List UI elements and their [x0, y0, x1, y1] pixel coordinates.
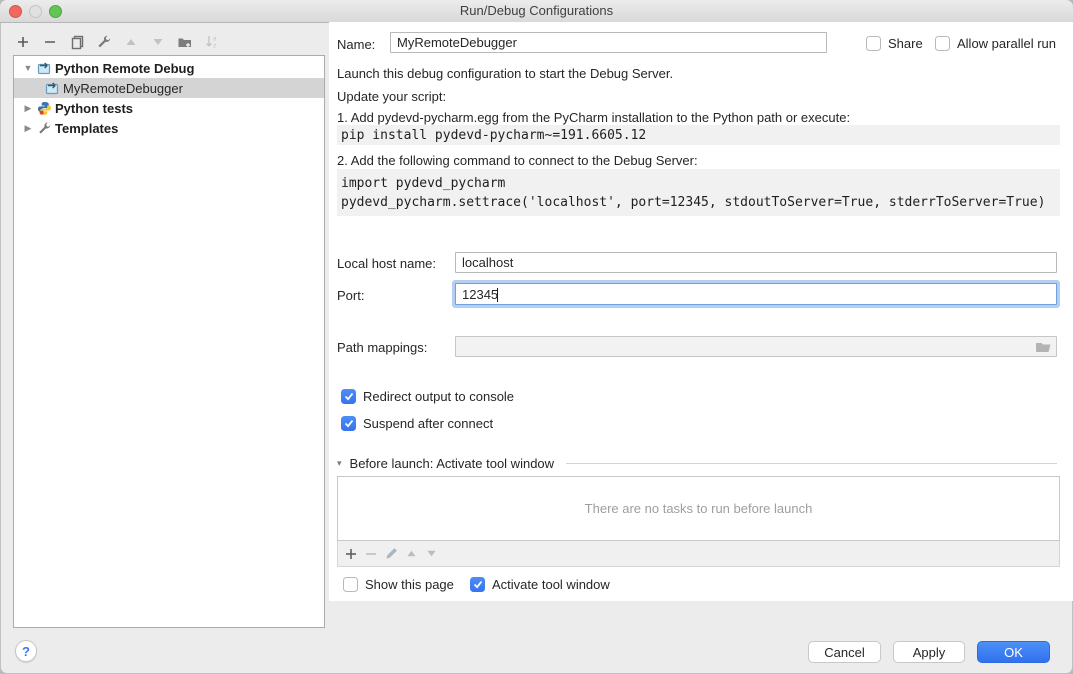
svg-text:z: z — [213, 43, 216, 50]
apply-button[interactable]: Apply — [893, 641, 965, 663]
copy-configuration-icon[interactable] — [68, 33, 86, 51]
cancel-button[interactable]: Cancel — [808, 641, 881, 663]
path-mappings-input — [455, 336, 1057, 357]
local-host-name-input[interactable] — [455, 252, 1057, 273]
show-this-page-row[interactable]: Show this page — [343, 577, 454, 592]
before-launch-tasks-list[interactable]: There are no tasks to run before launch — [337, 476, 1060, 541]
remote-debug-config-icon — [36, 60, 52, 76]
port-input[interactable] — [455, 283, 1057, 305]
code-line: pydevd_pycharm.settrace('localhost', por… — [341, 193, 1060, 212]
update-script-text: Update your script: — [337, 89, 446, 104]
redirect-output-row[interactable]: Redirect output to console — [341, 389, 514, 404]
name-input[interactable] — [390, 32, 827, 53]
step2-text: 2. Add the following command to connect … — [337, 153, 698, 168]
share-checkbox-row[interactable]: Share — [866, 36, 923, 51]
remove-icon[interactable] — [41, 33, 59, 51]
remove-task-icon — [364, 547, 378, 561]
code-line: import pydevd_pycharm — [341, 174, 1060, 193]
ok-button[interactable]: OK — [977, 641, 1050, 663]
move-task-up-icon — [404, 547, 418, 561]
svg-text:a: a — [213, 36, 217, 43]
chevron-down-icon[interactable]: ▼ — [22, 63, 34, 73]
port-label: Port: — [337, 288, 364, 303]
suspend-after-connect-checkbox[interactable] — [341, 416, 356, 431]
edit-task-icon — [384, 547, 398, 561]
remote-debug-config-icon — [44, 80, 60, 96]
python-tests-icon — [36, 100, 52, 116]
step1-text: 1. Add pydevd-pycharm.egg from the PyCha… — [337, 110, 850, 125]
run-debug-configurations-dialog: Run/Debug Configurations az ▼ — [0, 0, 1073, 674]
name-label: Name: — [337, 37, 375, 52]
suspend-after-connect-label: Suspend after connect — [363, 416, 493, 431]
settrace-code-block: import pydevd_pycharm pydevd_pycharm.set… — [337, 169, 1060, 216]
help-glyph: ? — [22, 644, 30, 659]
activate-tool-window-row[interactable]: Activate tool window — [470, 577, 610, 592]
suspend-after-connect-row[interactable]: Suspend after connect — [341, 416, 493, 431]
share-checkbox[interactable] — [866, 36, 881, 51]
tree-item-python-tests[interactable]: ▶ Python tests — [14, 98, 324, 118]
tree-item-label: Templates — [55, 121, 118, 136]
move-task-down-icon — [424, 547, 438, 561]
text-caret — [497, 288, 498, 302]
intro-text: Launch this debug configuration to start… — [337, 66, 673, 81]
allow-parallel-run-checkbox[interactable] — [935, 36, 950, 51]
code-line: pip install pydevd-pycharm~=191.6605.12 — [341, 126, 1060, 145]
tree-item-label: Python Remote Debug — [55, 61, 194, 76]
show-this-page-label: Show this page — [365, 577, 454, 592]
add-task-icon[interactable] — [344, 547, 358, 561]
configurations-tree: ▼ Python Remote Debug MyRemoteDebugger ▶… — [13, 55, 325, 628]
sort-alphabetically-icon: az — [203, 33, 221, 51]
redirect-output-label: Redirect output to console — [363, 389, 514, 404]
move-down-icon — [149, 33, 167, 51]
before-launch-toolbar — [337, 541, 1060, 567]
tree-item-templates[interactable]: ▶ Templates — [14, 118, 324, 138]
allow-parallel-run-checkbox-row[interactable]: Allow parallel run — [935, 36, 1056, 51]
title-bar: Run/Debug Configurations — [0, 0, 1073, 23]
chevron-right-icon[interactable]: ▶ — [22, 103, 34, 114]
tree-item-label: Python tests — [55, 101, 133, 116]
no-tasks-text: There are no tasks to run before launch — [585, 501, 813, 516]
redirect-output-checkbox[interactable] — [341, 389, 356, 404]
tree-item-python-remote-debug[interactable]: ▼ Python Remote Debug — [14, 58, 324, 78]
tree-item-label: MyRemoteDebugger — [63, 81, 183, 96]
local-host-name-label: Local host name: — [337, 256, 436, 271]
add-icon[interactable] — [14, 33, 32, 51]
allow-parallel-run-label: Allow parallel run — [957, 36, 1056, 51]
chevron-right-icon[interactable]: ▶ — [22, 123, 34, 134]
before-launch-header: ▾ Before launch: Activate tool window — [337, 456, 1057, 471]
move-up-icon — [122, 33, 140, 51]
edit-templates-icon[interactable] — [95, 33, 113, 51]
tree-item-myremotedebugger[interactable]: MyRemoteDebugger — [14, 78, 324, 98]
configurations-toolbar: az — [14, 31, 221, 53]
browse-folder-icon — [1035, 339, 1052, 354]
show-this-page-checkbox[interactable] — [343, 577, 358, 592]
window-title: Run/Debug Configurations — [0, 3, 1073, 18]
templates-wrench-icon — [36, 120, 52, 136]
new-folder-icon[interactable] — [176, 33, 194, 51]
share-label: Share — [888, 36, 923, 51]
section-collapse-icon[interactable]: ▾ — [337, 458, 342, 469]
before-launch-title: Before launch: Activate tool window — [350, 456, 555, 471]
help-button[interactable]: ? — [15, 640, 37, 662]
path-mappings-label: Path mappings: — [337, 340, 427, 355]
activate-tool-window-checkbox[interactable] — [470, 577, 485, 592]
pip-install-code-block: pip install pydevd-pycharm~=191.6605.12 — [337, 125, 1060, 145]
activate-tool-window-label: Activate tool window — [492, 577, 610, 592]
section-divider — [566, 463, 1057, 464]
